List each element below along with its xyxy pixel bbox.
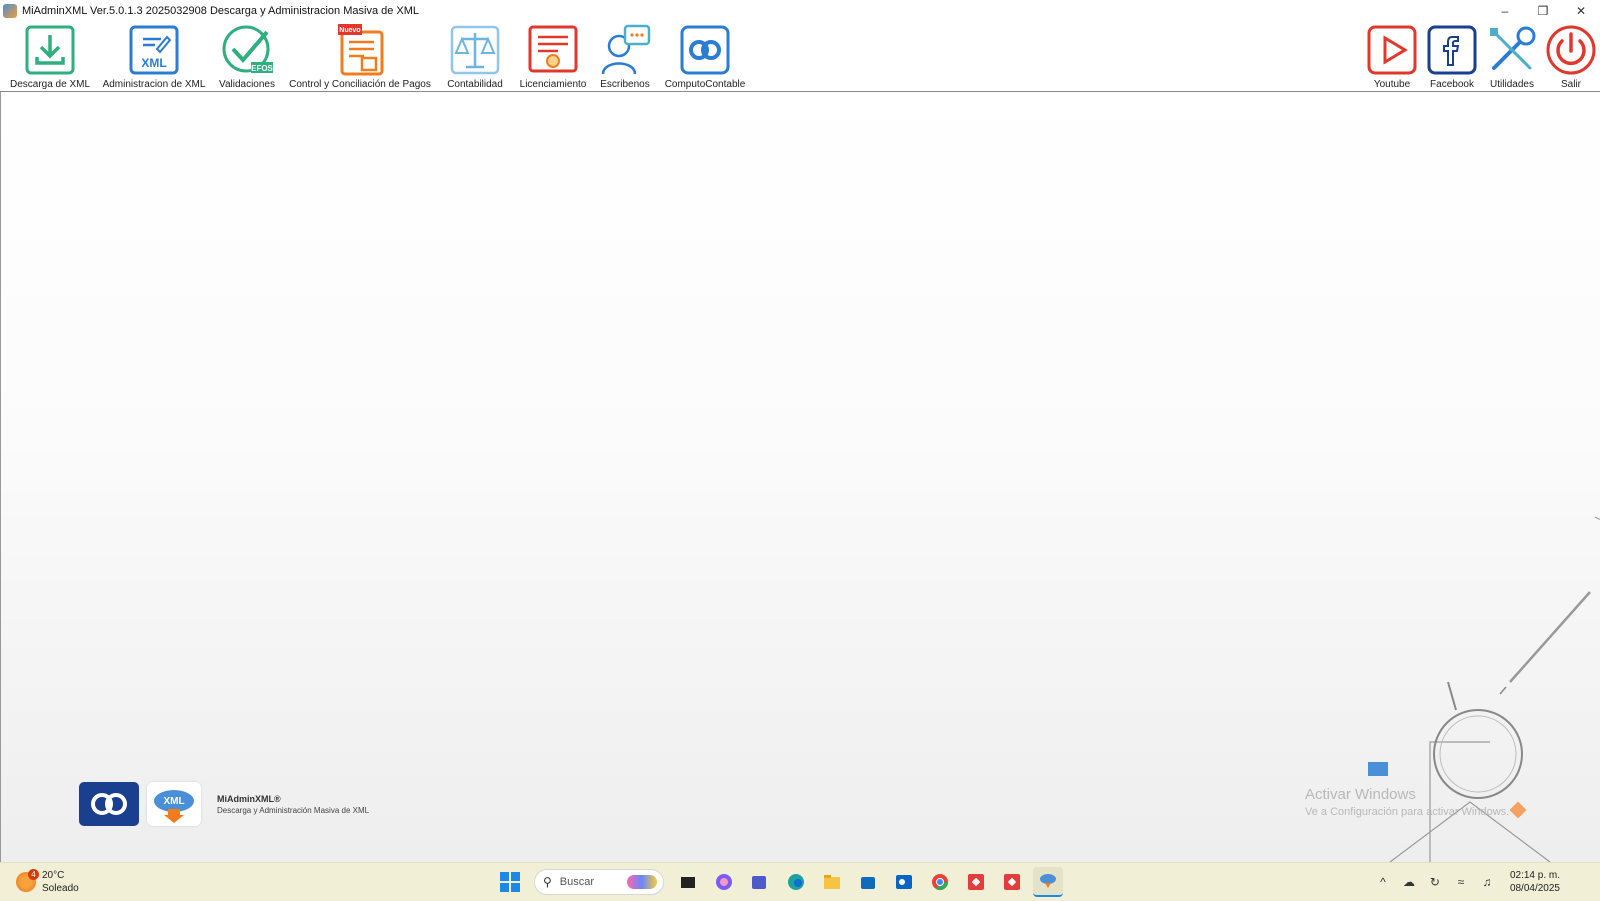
window-title: MiAdminXML Ver.5.0.1.3 2025032908 Descar… [22,5,420,17]
tool-contabilidad[interactable]: Contabilidad [434,22,516,92]
flower-pot-decoration [1594,516,1600,521]
volume-icon[interactable]: ♫ [1476,867,1498,897]
minimize-button[interactable]: – [1486,0,1524,22]
start-button[interactable] [495,867,525,897]
app-icon [3,4,17,18]
youtube-play-icon [1366,24,1418,76]
chat-user-icon [599,24,651,76]
tool-label: ComputoContable [664,79,746,90]
tools-icon [1486,24,1538,76]
weather-condition: Soleado [42,883,79,894]
tool-control-conciliacion-pagos[interactable]: Nuevo Control y Conciliación de Pagos [286,22,434,92]
tool-facebook[interactable]: Facebook [1422,22,1482,92]
close-button[interactable]: ✕ [1562,0,1600,22]
store-icon[interactable] [853,867,883,897]
teams-icon[interactable] [745,867,775,897]
tool-descarga-xml[interactable]: Descarga de XML [0,22,100,92]
tool-licenciamiento[interactable]: Licenciamiento [516,22,590,92]
anydesk-icon[interactable] [961,867,991,897]
tool-salir[interactable]: Salir [1542,22,1600,92]
weather-temp: 20°C [42,870,65,881]
tool-label: Control y Conciliación de Pagos [289,79,431,90]
toolbar-right-group: Youtube Facebook Utilidades Salir [1362,22,1600,92]
power-icon [1545,24,1597,76]
sun-icon: 4 [16,869,39,892]
tool-administracion-xml[interactable]: XML Administracion de XML [100,22,208,92]
miadminxml-taskbar-icon[interactable] [1033,867,1063,897]
certificate-icon [527,24,579,76]
chrome-icon[interactable] [925,867,955,897]
clock-date: 08/04/2025 [1509,883,1560,894]
main-workspace: XML MiAdminXML® Descarga y Administració… [0,92,1600,862]
facebook-icon [1426,24,1478,76]
taskbar-center: ⚲ Buscar [492,867,1066,897]
watermark-subtitle: Ve a Configuración para activar Windows. [1305,806,1510,818]
restore-button[interactable]: ❐ [1524,0,1562,22]
sync-icon[interactable]: ↻ [1424,867,1446,897]
tool-youtube[interactable]: Youtube [1362,22,1422,92]
miadminxml-logo: XML [147,782,201,826]
search-placeholder: Buscar [559,876,595,888]
chevron-up-icon[interactable]: ^ [1372,867,1394,897]
outlook-icon[interactable] [889,867,919,897]
tool-label: Utilidades [1490,79,1534,90]
logo-xml-glyph: XML [163,796,184,807]
main-toolbar: Descarga de XML XML Administracion de XM… [0,22,1600,92]
watermark-title: Activar Windows [1305,786,1416,803]
wifi-icon[interactable]: ≈ [1450,867,1472,897]
xml-edit-icon: XML [128,24,180,76]
brand-subtitle: Descarga y Administración Masiva de XML [217,805,370,815]
magnifier-decoration [1433,709,1523,799]
search-highlight-icon [627,875,657,889]
blue-square-decoration [1368,762,1388,776]
tool-validaciones[interactable]: EFOS Validaciones [208,22,286,92]
file-explorer-icon[interactable] [817,867,847,897]
computo-contable-logo [79,782,139,826]
copilot-icon[interactable] [709,867,739,897]
balance-scale-icon [449,24,501,76]
window-controls: – ❐ ✕ [1486,0,1600,22]
efos-glyph: EFOS [251,64,273,73]
tool-label: Escribenos [600,79,650,90]
activate-windows-watermark: Activar Windows Ve a Configuración para … [1305,786,1509,818]
brand-name: MiAdminXML® [217,793,281,804]
search-icon: ⚲ [543,875,552,889]
tool-label: Salir [1560,79,1581,90]
computo-contable-logo-icon [679,24,731,76]
windows-taskbar: 4 20°C Soleado ⚲ Buscar ^ ☁ ↻ ≈ ♫ 02:14 … [0,862,1600,901]
tool-label: Youtube [1373,79,1411,90]
taskbar-clock[interactable]: 02:14 p. m. 08/04/2025 [1510,869,1560,895]
tool-computo-contable[interactable]: ComputoContable [660,22,750,92]
pen-decoration [1509,591,1591,683]
checkmark-efos-icon: EFOS [221,24,273,76]
tool-label: Administracion de XML [102,79,206,90]
windows-logo-icon [500,872,520,892]
brand-block: XML MiAdminXML® Descarga y Administració… [79,782,369,826]
xml-glyph: XML [141,56,166,70]
tool-escribenos[interactable]: Escribenos [590,22,660,92]
tool-label: Licenciamiento [519,79,587,90]
nuevo-badge: Nuevo [339,27,360,34]
notification-badge: 4 [28,869,39,880]
tool-utilidades[interactable]: Utilidades [1482,22,1542,92]
toolbar-left-group: Descarga de XML XML Administracion de XM… [0,22,750,92]
tool-label: Facebook [1430,79,1474,90]
payments-document-icon: Nuevo [334,24,386,76]
brand-text: MiAdminXML® Descarga y Administración Ma… [217,794,369,815]
download-icon [24,24,76,76]
tool-label: Contabilidad [447,79,503,90]
system-tray: ^ ☁ ↻ ≈ ♫ 02:14 p. m. 08/04/2025 [1370,867,1560,897]
anydesk-2-icon[interactable] [997,867,1027,897]
title-bar: MiAdminXML Ver.5.0.1.3 2025032908 Descar… [0,0,1600,22]
onedrive-icon[interactable]: ☁ [1398,867,1420,897]
clock-time: 02:14 p. m. [1509,870,1560,881]
tool-label: Validaciones [219,79,275,90]
weather-widget[interactable]: 4 20°C Soleado [16,869,79,895]
tool-label: Descarga de XML [9,79,91,90]
edge-icon[interactable] [781,867,811,897]
task-view-icon[interactable] [673,867,703,897]
taskbar-search[interactable]: ⚲ Buscar [534,869,664,895]
